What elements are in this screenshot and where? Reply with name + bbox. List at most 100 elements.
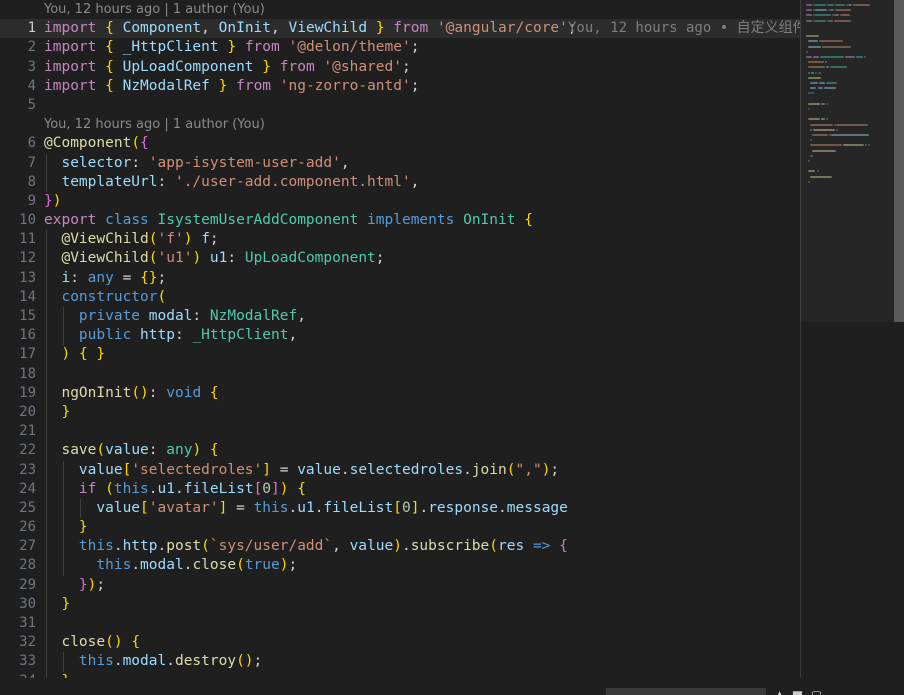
vertical-scrollbar-thumb[interactable]: [894, 0, 904, 322]
line-number-5[interactable]: 5: [0, 96, 36, 115]
horizontal-scrollbar[interactable]: [0, 678, 904, 688]
line-number-20[interactable]: 20: [0, 403, 36, 422]
code-line-11[interactable]: 11 @ViewChild('f') f;: [0, 230, 904, 250]
code-line-2[interactable]: 2 import { _HttpClient } from '@delon/th…: [0, 38, 904, 57]
line-number-15[interactable]: 15: [0, 307, 36, 326]
code-line-16[interactable]: 16 public http: _HttpClient,: [0, 326, 904, 346]
status-bar-right-icons[interactable]: ▲ ■ ▢: [775, 688, 822, 695]
code-line-3[interactable]: 3 import { UpLoadComponent } from '@shar…: [0, 58, 904, 77]
line-number-14[interactable]: 14: [0, 288, 36, 307]
code-text-19: ngOnInit(): void {: [61, 384, 219, 401]
indent-guide: [46, 614, 47, 634]
code-line-9[interactable]: 9 }): [0, 192, 904, 211]
line-number-10[interactable]: 10: [0, 211, 36, 230]
code-line-5[interactable]: 5: [0, 96, 904, 115]
code-line-29[interactable]: 29 });: [0, 575, 904, 595]
line-number-7[interactable]: 7: [0, 154, 36, 173]
code-text-16: public http: _HttpClient,: [78, 327, 298, 344]
code-surface[interactable]: You, 12 hours ago | 1 author (You) 1 imp…: [0, 0, 904, 678]
inline-blame-sep: •: [719, 20, 729, 37]
code-text-12: @ViewChild('u1') u1: UpLoadComponent;: [61, 250, 385, 267]
line-number-11[interactable]: 11: [0, 230, 36, 249]
line-number-29[interactable]: 29: [0, 576, 36, 595]
code-text-11: @ViewChild('f') f;: [61, 231, 219, 248]
code-line-26[interactable]: 26 }: [0, 518, 904, 538]
line-number-30[interactable]: 30: [0, 595, 36, 614]
line-number-24[interactable]: 24: [0, 480, 36, 499]
line-number-22[interactable]: 22: [0, 441, 36, 460]
line-number-1[interactable]: 1: [0, 19, 36, 38]
status-bar-highlight[interactable]: [606, 688, 766, 695]
line-number-2[interactable]: 2: [0, 38, 36, 57]
code-line-27[interactable]: 27 this.http.post(`sys/user/add`, value)…: [0, 537, 904, 557]
code-line-15[interactable]: 15 private modal: NzModalRef,: [0, 307, 904, 327]
code-line-18[interactable]: 18: [0, 364, 904, 384]
code-line-25[interactable]: 25 value['avatar'] = this.u1.fileList[0]…: [0, 498, 904, 519]
indent-guide: [46, 422, 47, 442]
line-number-32[interactable]: 32: [0, 633, 36, 652]
code-line-28[interactable]: 28 this.modal.close(true);: [0, 556, 904, 576]
code-line-19[interactable]: 19 ngOnInit(): void {: [0, 383, 904, 403]
line-number-12[interactable]: 12: [0, 249, 36, 268]
code-line-31[interactable]: 31: [0, 614, 904, 634]
line-number-3[interactable]: 3: [0, 58, 36, 77]
minimap-viewport-slider[interactable]: [800, 0, 894, 322]
code-text-32: close() {: [61, 634, 141, 651]
code-line-30[interactable]: 30 }: [0, 594, 904, 614]
code-line-24[interactable]: 24 if (this.u1.fileList[0]) {: [0, 479, 904, 499]
line-number-25[interactable]: 25: [0, 499, 36, 518]
code-text-6: @Component({: [44, 135, 149, 152]
code-line-13[interactable]: 13 i: any = {};: [0, 268, 904, 288]
code-text-28: this.modal.close(true);: [96, 557, 298, 574]
line-number-16[interactable]: 16: [0, 326, 36, 345]
code-text-25: value['avatar'] = this.u1.fileList[0].re…: [96, 499, 568, 516]
line-number-27[interactable]: 27: [0, 537, 36, 556]
code-line-22[interactable]: 22 save(value: any) {: [0, 441, 904, 461]
code-line-8[interactable]: 8 templateUrl: './user-add.component.htm…: [0, 172, 904, 192]
inline-blame-author: You, 12 hours ago: [568, 20, 712, 37]
blame-header-row: You, 12 hours ago | 1 author (You): [0, 0, 904, 19]
line-number-21[interactable]: 21: [0, 422, 36, 441]
line-number-13[interactable]: 13: [0, 269, 36, 288]
code-editor[interactable]: You, 12 hours ago | 1 author (You) 1 imp…: [0, 0, 904, 695]
line-number-23[interactable]: 23: [0, 461, 36, 480]
line-number-33[interactable]: 33: [0, 652, 36, 671]
inline-blame-annotation: You, 12 hours ago • 自定义组件修: [568, 19, 821, 38]
code-line-17[interactable]: 17 ) { }: [0, 345, 904, 365]
code-text-24: if (this.u1.fileList[0]) {: [78, 480, 306, 497]
line-number-6[interactable]: 6: [0, 134, 36, 153]
code-line-20[interactable]: 20 }: [0, 402, 904, 423]
code-line-10[interactable]: 10 export class IsystemUserAddComponent …: [0, 211, 904, 230]
line-number-4[interactable]: 4: [0, 77, 36, 96]
code-line-32[interactable]: 32 close() {: [0, 633, 904, 653]
code-text-9: }): [44, 192, 62, 209]
line-number-31[interactable]: 31: [0, 614, 36, 633]
code-line-1[interactable]: 1 import { Component, OnInit, ViewChild …: [0, 19, 904, 39]
line-number-19[interactable]: 19: [0, 384, 36, 403]
line-number-8[interactable]: 8: [0, 173, 36, 192]
code-line-21[interactable]: 21: [0, 422, 904, 442]
code-text-14: constructor(: [61, 288, 167, 305]
status-bar[interactable]: ▲ ■ ▢: [0, 688, 904, 695]
code-line-23[interactable]: 23 value['selectedroles'] = value.select…: [0, 460, 904, 480]
blame-header-text: You, 12 hours ago | 1 author (You): [44, 2, 265, 17]
code-line-12[interactable]: 12 @ViewChild('u1') u1: UpLoadComponent;: [0, 249, 904, 269]
line-number-18[interactable]: 18: [0, 365, 36, 384]
code-line-14[interactable]: 14 constructor(: [0, 287, 904, 307]
line-number-26[interactable]: 26: [0, 518, 36, 537]
code-line-33[interactable]: 33 this.modal.destroy();: [0, 652, 904, 672]
vertical-scrollbar[interactable]: [894, 0, 904, 678]
indent-guide: [46, 364, 47, 384]
line-number-17[interactable]: 17: [0, 345, 36, 364]
code-text-4: import { NzModalRef } from 'ng-zorro-ant…: [44, 77, 420, 94]
code-text-20: }: [61, 403, 71, 420]
code-text-23: value['selectedroles'] = value.selectedr…: [78, 461, 560, 478]
blame-header-row-2: You, 12 hours ago | 1 author (You): [0, 115, 904, 134]
code-line-7[interactable]: 7 selector: 'app-isystem-user-add',: [0, 153, 904, 173]
code-line-4[interactable]: 4 import { NzModalRef } from 'ng-zorro-a…: [0, 77, 904, 96]
line-number-28[interactable]: 28: [0, 556, 36, 575]
code-line-6[interactable]: 6 @Component({: [0, 134, 904, 153]
code-text-33: this.modal.destroy();: [78, 653, 263, 670]
line-number-9[interactable]: 9: [0, 192, 36, 211]
blame-header-text-2: You, 12 hours ago | 1 author (You): [44, 117, 265, 133]
